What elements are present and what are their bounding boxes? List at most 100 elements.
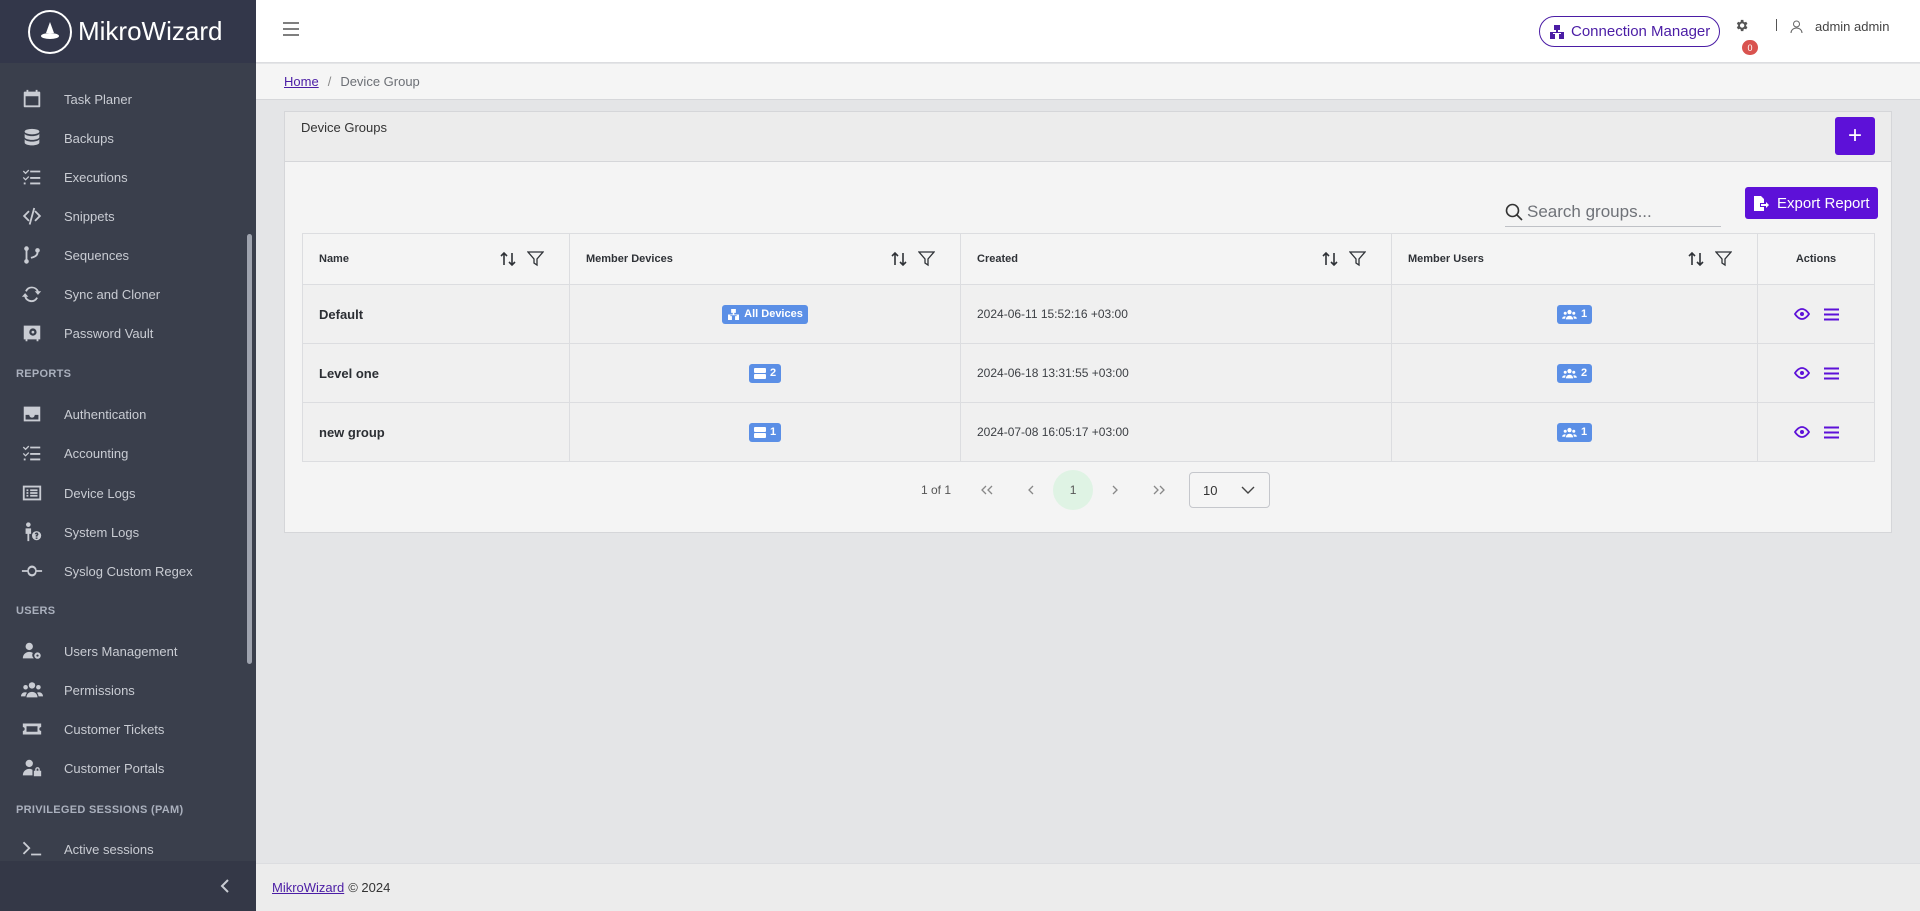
- sidebar-item-label: Authentication: [64, 406, 147, 422]
- sidebar-item-permissions[interactable]: Permissions: [0, 671, 248, 709]
- sort-icon[interactable]: [1687, 250, 1705, 268]
- sort-icon[interactable]: [1321, 250, 1339, 268]
- page-summary: 1 of 1: [921, 483, 952, 497]
- device-groups-card: Device Groups + Export Report Name Membe…: [284, 111, 1892, 533]
- sidebar-item-device-logs[interactable]: Device Logs: [0, 474, 248, 512]
- menu-lines-icon[interactable]: [1823, 426, 1839, 439]
- sidebar-item-backups[interactable]: Backups: [0, 119, 248, 157]
- users-icon: [20, 678, 44, 702]
- logo-icon: [28, 9, 72, 54]
- sidebar-item-label: Users Management: [64, 643, 178, 659]
- filter-icon[interactable]: [1715, 250, 1732, 267]
- export-report-button[interactable]: Export Report: [1745, 187, 1878, 219]
- network-icon: [728, 308, 740, 320]
- search-icon: [1505, 203, 1523, 221]
- sidebar-item-label: Device Logs: [64, 485, 136, 501]
- sidebar-section-reports: REPORTS: [16, 368, 72, 380]
- filter-icon[interactable]: [1349, 250, 1366, 267]
- page-footer: MikroWizard © 2024: [256, 863, 1920, 911]
- user-name: admin admin: [1815, 19, 1890, 34]
- sidebar-item-label: Task Planer: [64, 91, 132, 107]
- menu-toggle-button[interactable]: [282, 21, 300, 42]
- member-devices-badge[interactable]: 2: [748, 363, 782, 383]
- sidebar-item-task-planer[interactable]: Task Planer: [0, 80, 248, 118]
- breadcrumb-home-link[interactable]: Home: [284, 74, 319, 89]
- menu-lines-icon[interactable]: [1823, 367, 1839, 380]
- sidebar-item-authentication[interactable]: Authentication: [0, 395, 248, 433]
- connection-manager-button[interactable]: Connection Manager: [1539, 16, 1721, 47]
- sidebar-item-system-logs[interactable]: System Logs: [0, 513, 248, 551]
- sidebar-item-sequences[interactable]: Sequences: [0, 236, 248, 274]
- code-icon: [20, 204, 44, 228]
- sidebar-item-label: Password Vault: [64, 325, 154, 341]
- view-eye-icon[interactable]: [1793, 367, 1810, 379]
- member-users-badge[interactable]: 1: [1556, 422, 1593, 442]
- footer-link[interactable]: MikroWizard: [272, 880, 344, 895]
- sidebar-item-label: Snippets: [64, 208, 115, 224]
- breadcrumb-separator: /: [327, 74, 332, 89]
- sidebar-item-active-sessions[interactable]: Active sessions: [0, 830, 248, 860]
- gear-icon: [1736, 19, 1748, 32]
- sidebar-scrollbar[interactable]: [247, 234, 252, 664]
- column-header-name[interactable]: Name: [302, 233, 570, 285]
- member-devices-badge[interactable]: All Devices: [722, 304, 808, 324]
- terminal-icon: [20, 837, 44, 860]
- search-input[interactable]: [1527, 201, 1717, 222]
- column-header-member-devices[interactable]: Member Devices: [569, 233, 961, 285]
- menu-lines-icon[interactable]: [1823, 308, 1839, 321]
- sidebar-item-syslog-custom-regex[interactable]: Syslog Custom Regex: [0, 552, 248, 590]
- users-icon: [1562, 368, 1577, 378]
- sidebar-collapse-button[interactable]: [0, 861, 256, 911]
- sidebar-item-executions[interactable]: Executions: [0, 158, 248, 196]
- chevron-left-icon: [220, 879, 229, 893]
- export-report-label: Export Report: [1777, 194, 1870, 212]
- sidebar-item-password-vault[interactable]: Password Vault: [0, 314, 248, 352]
- sidebar-item-accounting[interactable]: Accounting: [0, 434, 248, 472]
- breadcrumb-current: Device Group: [340, 74, 420, 89]
- group-name: new group: [302, 402, 570, 462]
- first-page-button[interactable]: [965, 470, 1009, 510]
- member-devices-badge[interactable]: 1: [748, 422, 782, 442]
- add-group-button[interactable]: +: [1835, 117, 1875, 155]
- user-menu[interactable]: admin admin: [1790, 19, 1889, 34]
- member-users-badge[interactable]: 1: [1556, 304, 1593, 324]
- commit-icon: [20, 559, 44, 583]
- sort-icon[interactable]: [890, 250, 908, 268]
- sidebar-item-users-management[interactable]: Users Management: [0, 632, 248, 670]
- sidebar-item-sync-and-cloner[interactable]: Sync and Cloner: [0, 275, 248, 313]
- member-users-badge[interactable]: 2: [1556, 363, 1593, 383]
- view-eye-icon[interactable]: [1793, 308, 1810, 320]
- group-name: Level one: [302, 343, 570, 403]
- sidebar-item-label: Syslog Custom Regex: [64, 563, 193, 579]
- person-question-icon: [20, 520, 44, 544]
- sidebar-item-customer-portals[interactable]: Customer Portals: [0, 749, 248, 787]
- network-icon: [1550, 24, 1564, 39]
- next-page-button[interactable]: [1093, 470, 1137, 510]
- chevron-right-icon: [1112, 485, 1118, 495]
- chevron-left-icon: [1028, 485, 1034, 495]
- sidebar-item-snippets[interactable]: Snippets: [0, 197, 248, 235]
- sidebar-item-label: System Logs: [64, 524, 140, 540]
- column-header-created[interactable]: Created: [960, 233, 1392, 285]
- search-box: [1505, 197, 1721, 227]
- page-button-current[interactable]: 1: [1053, 470, 1094, 510]
- connection-manager-label: Connection Manager: [1571, 23, 1711, 40]
- table-row: new group 1 2024-07-08 16:05:17 +03:00 1: [302, 402, 1875, 462]
- view-eye-icon[interactable]: [1793, 426, 1810, 438]
- filter-icon[interactable]: [527, 250, 544, 267]
- sidebar-item-label: Executions: [64, 169, 128, 185]
- brand-name: MikroWizard: [78, 16, 223, 46]
- user-gear-icon: [20, 639, 44, 663]
- rows-per-page-select[interactable]: 10: [1189, 472, 1271, 508]
- top-header: Connection Manager 0 admin admin: [256, 0, 1920, 63]
- server-icon: [753, 426, 766, 438]
- last-page-button[interactable]: [1137, 470, 1181, 510]
- sort-icon[interactable]: [499, 250, 517, 268]
- column-header-member-users[interactable]: Member Users: [1391, 233, 1758, 285]
- filter-icon[interactable]: [918, 250, 935, 267]
- sidebar-item-customer-tickets[interactable]: Customer Tickets: [0, 710, 248, 748]
- sidebar-item-label: Active sessions: [64, 841, 154, 857]
- prev-page-button[interactable]: [1009, 470, 1053, 510]
- file-export-icon: [1754, 195, 1769, 211]
- settings-button[interactable]: [1734, 18, 1749, 38]
